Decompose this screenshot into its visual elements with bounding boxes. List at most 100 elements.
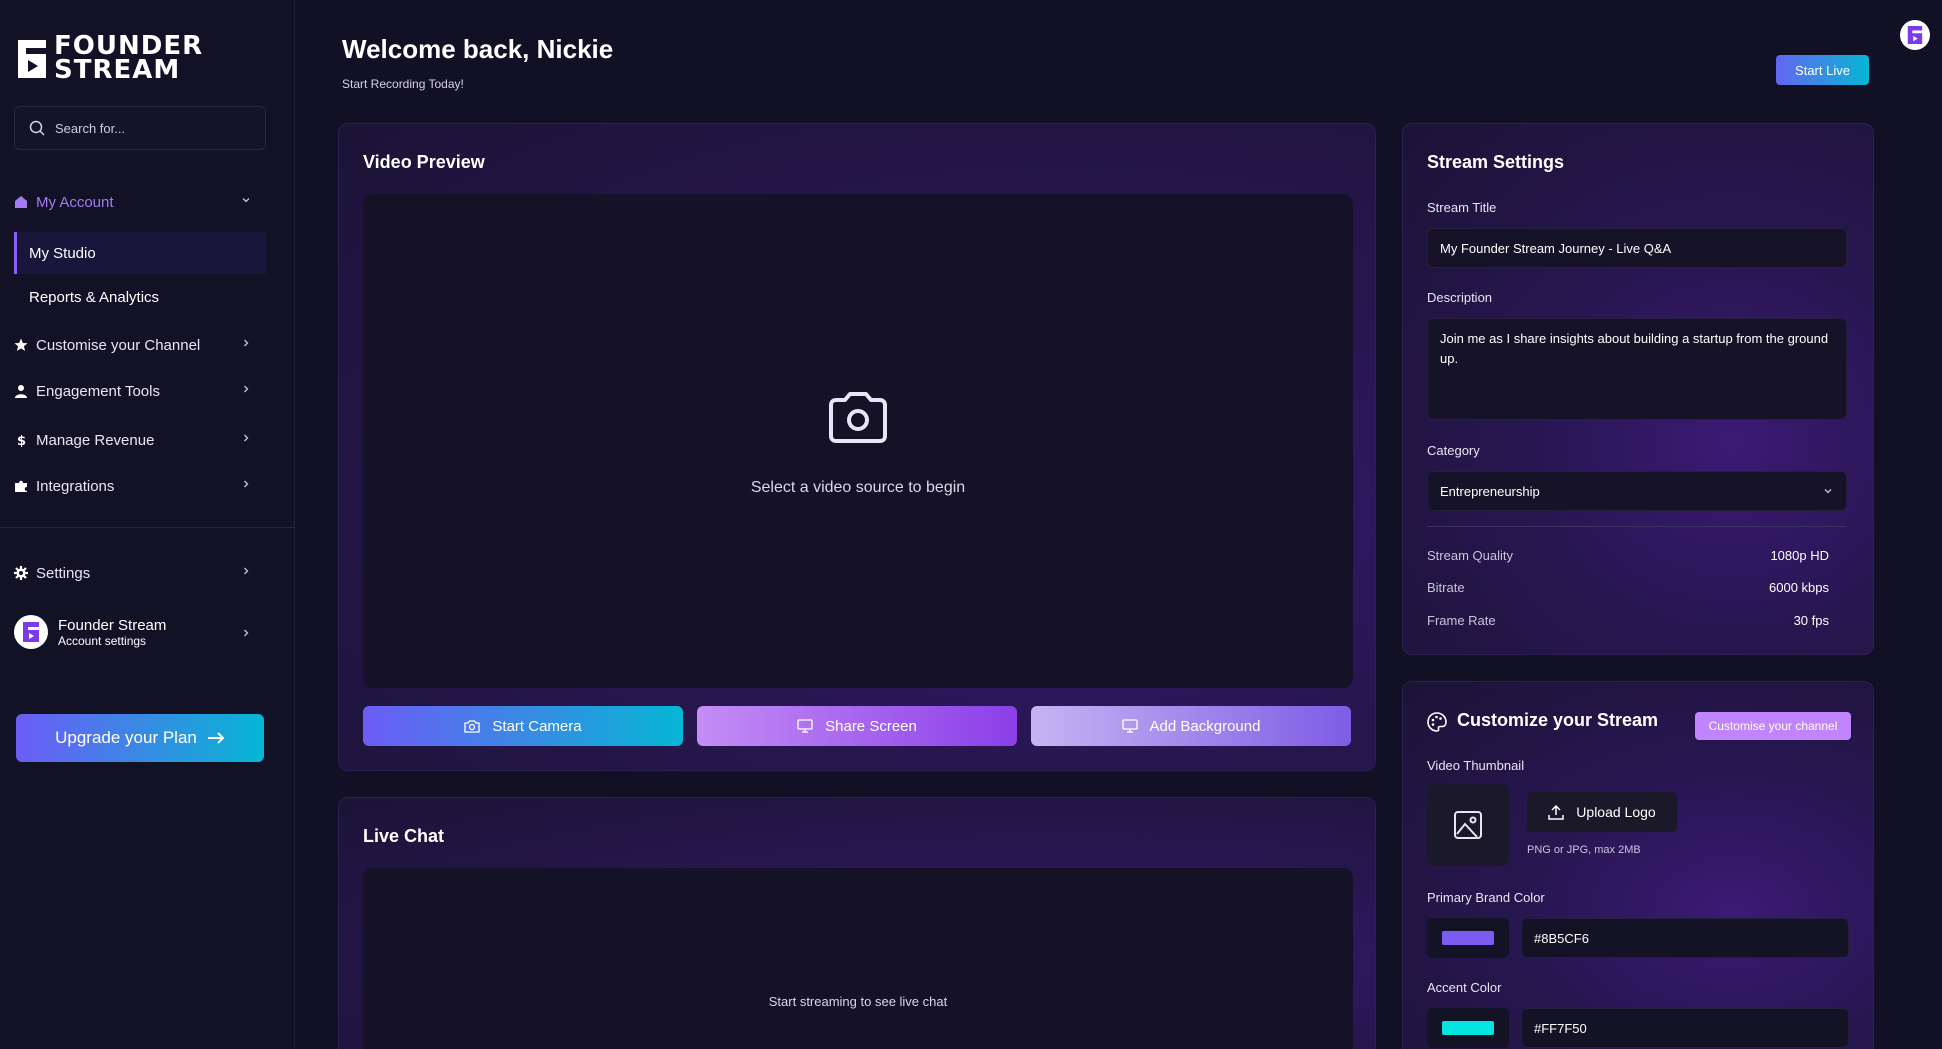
sidebar-item-label: Integrations bbox=[36, 477, 115, 495]
sidebar-item-label: Manage Revenue bbox=[36, 431, 155, 449]
stat-row-stream-quality: Stream Quality 1080p HD bbox=[1427, 548, 1829, 563]
svg-text:$: $ bbox=[17, 434, 26, 447]
sidebar-item-integrations[interactable]: Integrations bbox=[14, 468, 266, 504]
video-thumbnail-label: Video Thumbnail bbox=[1427, 758, 1525, 773]
primary-color-swatch bbox=[1442, 931, 1494, 945]
sidebar-item-my-studio[interactable]: My Studio bbox=[14, 232, 266, 274]
page-title: Welcome back, Nickie bbox=[342, 34, 614, 64]
stat-row-frame-rate: Frame Rate 30 fps bbox=[1427, 613, 1829, 628]
customize-stream-panel: Customize your Stream Customise your cha… bbox=[1402, 681, 1874, 1049]
chevron-right-icon bbox=[244, 629, 249, 637]
stat-value: 1080p HD bbox=[1770, 548, 1829, 563]
video-preview-panel: Video Preview Select a video source to b… bbox=[338, 123, 1376, 771]
customize-stream-title: Customize your Stream bbox=[1457, 710, 1659, 730]
live-chat-area: Start streaming to see live chat bbox=[363, 868, 1353, 1049]
chevron-right-icon bbox=[244, 385, 249, 393]
start-camera-label: Start Camera bbox=[492, 717, 582, 735]
upgrade-plan-button[interactable]: Upgrade your Plan bbox=[16, 714, 264, 762]
start-live-button[interactable]: Start Live bbox=[1776, 55, 1869, 85]
sidebar-item-label: Customise your Channel bbox=[36, 336, 201, 354]
star-icon bbox=[14, 338, 28, 351]
category-label: Category bbox=[1427, 443, 1480, 458]
sidebar-item-customise-channel[interactable]: Customise your Channel bbox=[14, 327, 266, 363]
video-preview-area[interactable]: Select a video source to begin bbox=[363, 194, 1353, 688]
monitor-icon bbox=[797, 719, 813, 733]
stat-label: Bitrate bbox=[1427, 580, 1465, 595]
chevron-right-icon bbox=[244, 567, 249, 575]
search-icon bbox=[29, 120, 45, 136]
sidebar-divider bbox=[0, 527, 295, 528]
palette-icon bbox=[1427, 712, 1447, 732]
chevron-down-icon bbox=[242, 198, 250, 203]
upload-logo-button[interactable]: Upload Logo bbox=[1527, 792, 1677, 832]
page-subtitle: Start Recording Today! bbox=[342, 77, 464, 91]
chevron-down-icon bbox=[1824, 489, 1832, 494]
logo-wordmark: FOUNDER STREAM bbox=[54, 31, 204, 85]
search-input[interactable] bbox=[55, 120, 255, 136]
account-settings-link[interactable]: Founder Stream Account settings bbox=[14, 613, 266, 651]
stat-value: 30 fps bbox=[1793, 613, 1829, 628]
camera-icon bbox=[829, 392, 887, 443]
settings-divider bbox=[1427, 526, 1847, 527]
start-camera-button[interactable]: Start Camera bbox=[363, 706, 683, 746]
description-textarea[interactable]: Join me as I share insights about buildi… bbox=[1427, 318, 1847, 420]
sidebar-item-label: My Account bbox=[36, 193, 114, 211]
search-box[interactable] bbox=[14, 106, 266, 150]
primary-brand-color-label: Primary Brand Color bbox=[1427, 890, 1545, 905]
monitor-icon bbox=[1121, 719, 1138, 733]
gear-icon bbox=[14, 566, 28, 580]
puzzle-icon bbox=[15, 480, 27, 492]
home-icon bbox=[15, 196, 27, 208]
upload-icon bbox=[1548, 804, 1565, 820]
account-name: Founder Stream bbox=[58, 616, 167, 634]
video-preview-title: Video Preview bbox=[363, 152, 485, 172]
accent-color-input[interactable] bbox=[1521, 1008, 1849, 1048]
sidebar-item-label: Reports & Analytics bbox=[29, 288, 160, 306]
sidebar-item-reports-analytics[interactable]: Reports & Analytics bbox=[14, 276, 266, 318]
sidebar-item-my-account[interactable]: My Account bbox=[14, 184, 266, 220]
stat-row-bitrate: Bitrate 6000 kbps bbox=[1427, 580, 1829, 595]
live-chat-panel: Live Chat Start streaming to see live ch… bbox=[338, 797, 1376, 1049]
add-background-label: Add Background bbox=[1149, 717, 1261, 735]
founder-stream-logo-icon bbox=[23, 622, 39, 642]
stat-label: Stream Quality bbox=[1427, 548, 1513, 563]
primary-color-input[interactable] bbox=[1521, 918, 1849, 958]
thumbnail-preview[interactable] bbox=[1427, 784, 1509, 866]
sidebar-item-engagement-tools[interactable]: Engagement Tools bbox=[14, 373, 266, 409]
accent-color-picker[interactable] bbox=[1427, 1008, 1509, 1048]
sidebar-item-settings[interactable]: Settings bbox=[14, 555, 266, 591]
founder-stream-logo-icon bbox=[1907, 26, 1923, 44]
primary-color-picker[interactable] bbox=[1427, 918, 1509, 958]
customise-channel-button[interactable]: Customise your channel bbox=[1695, 712, 1851, 740]
share-screen-button[interactable]: Share Screen bbox=[697, 706, 1017, 746]
dollar-icon: $ bbox=[17, 434, 26, 447]
category-select[interactable]: Entrepreneurship bbox=[1427, 471, 1847, 511]
preview-placeholder-text: Select a video source to begin bbox=[750, 479, 966, 496]
sidebar-item-label: My Studio bbox=[29, 244, 96, 262]
upload-logo-label: Upload Logo bbox=[1576, 804, 1656, 820]
add-background-button[interactable]: Add Background bbox=[1031, 706, 1351, 746]
sidebar: FOUNDER STREAM My Account My Studio Repo… bbox=[0, 0, 295, 1049]
live-chat-title: Live Chat bbox=[363, 826, 445, 846]
sidebar-item-label: Settings bbox=[36, 564, 91, 582]
avatar bbox=[14, 615, 48, 649]
user-icon bbox=[15, 385, 27, 398]
stat-label: Frame Rate bbox=[1427, 613, 1496, 628]
sidebar-item-label: Engagement Tools bbox=[36, 382, 160, 400]
app-logo[interactable]: FOUNDER STREAM bbox=[16, 31, 204, 85]
founder-stream-logo-icon bbox=[16, 34, 50, 82]
chevron-right-icon bbox=[244, 480, 249, 488]
user-avatar[interactable] bbox=[1900, 20, 1930, 50]
stream-settings-panel: Stream Settings Stream Title Description… bbox=[1402, 123, 1874, 655]
account-subtitle: Account settings bbox=[58, 633, 147, 648]
accent-color-label: Accent Color bbox=[1427, 980, 1502, 995]
accent-color-swatch bbox=[1442, 1021, 1494, 1035]
chevron-right-icon bbox=[244, 434, 249, 442]
share-screen-label: Share Screen bbox=[825, 717, 917, 735]
stream-title-input[interactable] bbox=[1427, 228, 1847, 268]
sidebar-item-manage-revenue[interactable]: $ Manage Revenue bbox=[14, 422, 266, 458]
arrow-right-icon bbox=[207, 732, 225, 744]
stat-value: 6000 kbps bbox=[1769, 580, 1829, 595]
image-icon bbox=[1454, 811, 1482, 839]
description-label: Description bbox=[1427, 290, 1493, 305]
